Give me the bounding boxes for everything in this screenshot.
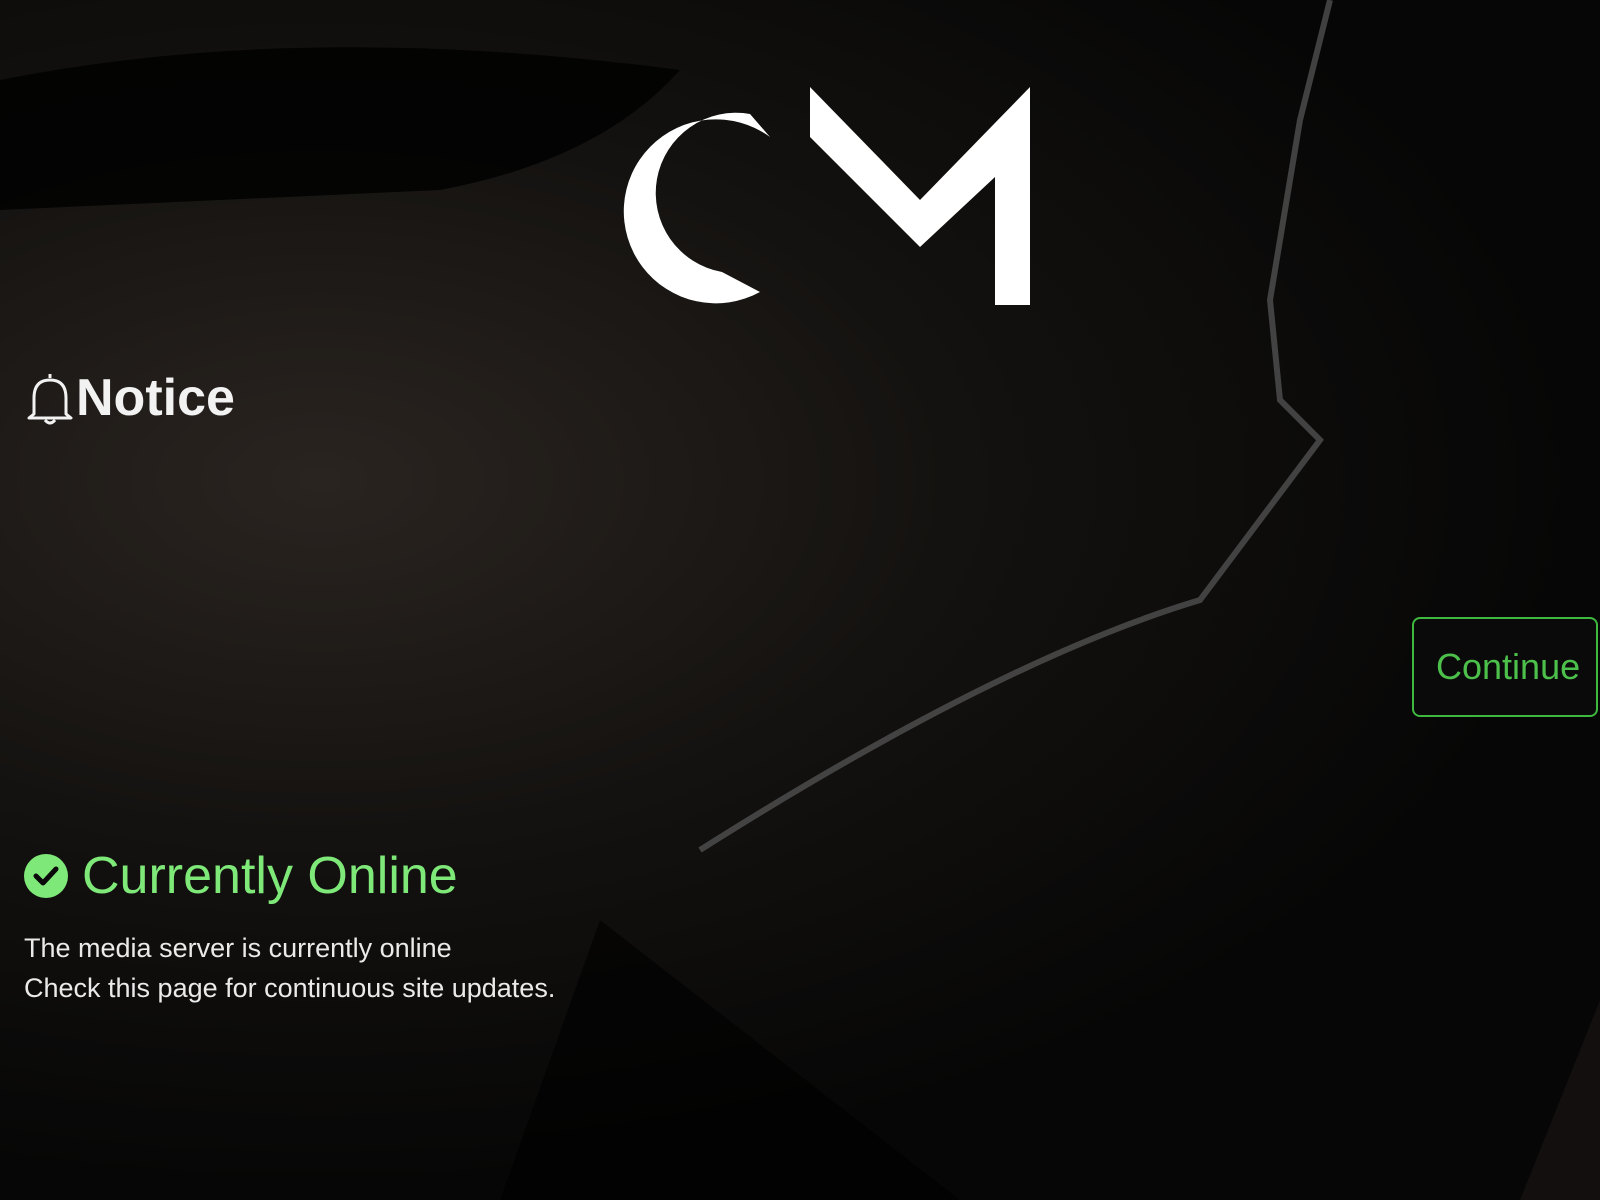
notice-heading: Notice	[24, 368, 235, 428]
continue-button[interactable]: Continue	[1412, 617, 1598, 717]
notice-title: Notice	[76, 369, 235, 427]
status-message: The media server is currently online Che…	[24, 928, 555, 1008]
continue-button-label: Continue	[1436, 646, 1581, 687]
check-circle-icon	[24, 854, 68, 898]
status-heading: Currently Online	[24, 846, 458, 906]
status-title: Currently Online	[82, 847, 458, 905]
cm-logo	[623, 87, 1030, 305]
message-line-2: Check this page for continuous site upda…	[24, 973, 556, 1003]
message-line-1: The media server is currently online	[24, 933, 452, 963]
bell-icon	[27, 374, 73, 425]
